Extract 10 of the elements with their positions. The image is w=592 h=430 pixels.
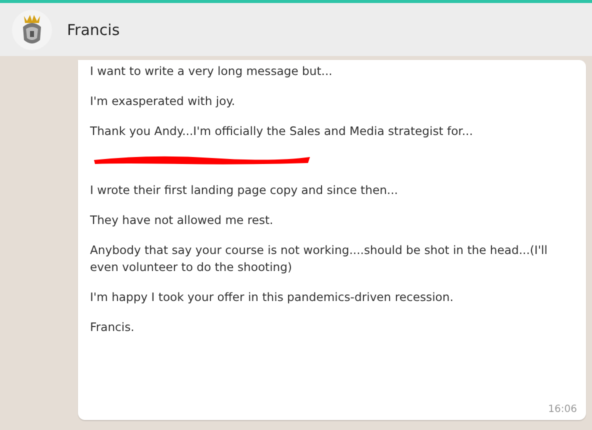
contact-name: Francis bbox=[67, 20, 120, 38]
message-text: I'm happy I took your offer in this pandemics-driven recession. bbox=[90, 289, 454, 306]
message-text: They have not allowed me rest. bbox=[90, 212, 274, 229]
message-text: Anybody that say your course is not working....should be shot in the head...(I'll even volunteer to do the shooting) bbox=[90, 242, 548, 276]
message-text: I want to write a very long message but... bbox=[90, 63, 334, 80]
message-text: Francis. bbox=[90, 319, 136, 336]
message-text: I'm exasperated with joy. bbox=[90, 93, 236, 110]
message-text: I wrote their first landing page copy and since then... bbox=[90, 182, 399, 199]
message-text: Thank you Andy...I'm officially the Sales and Media strategist for... bbox=[90, 123, 474, 140]
message-time: 16:06 bbox=[548, 404, 577, 415]
